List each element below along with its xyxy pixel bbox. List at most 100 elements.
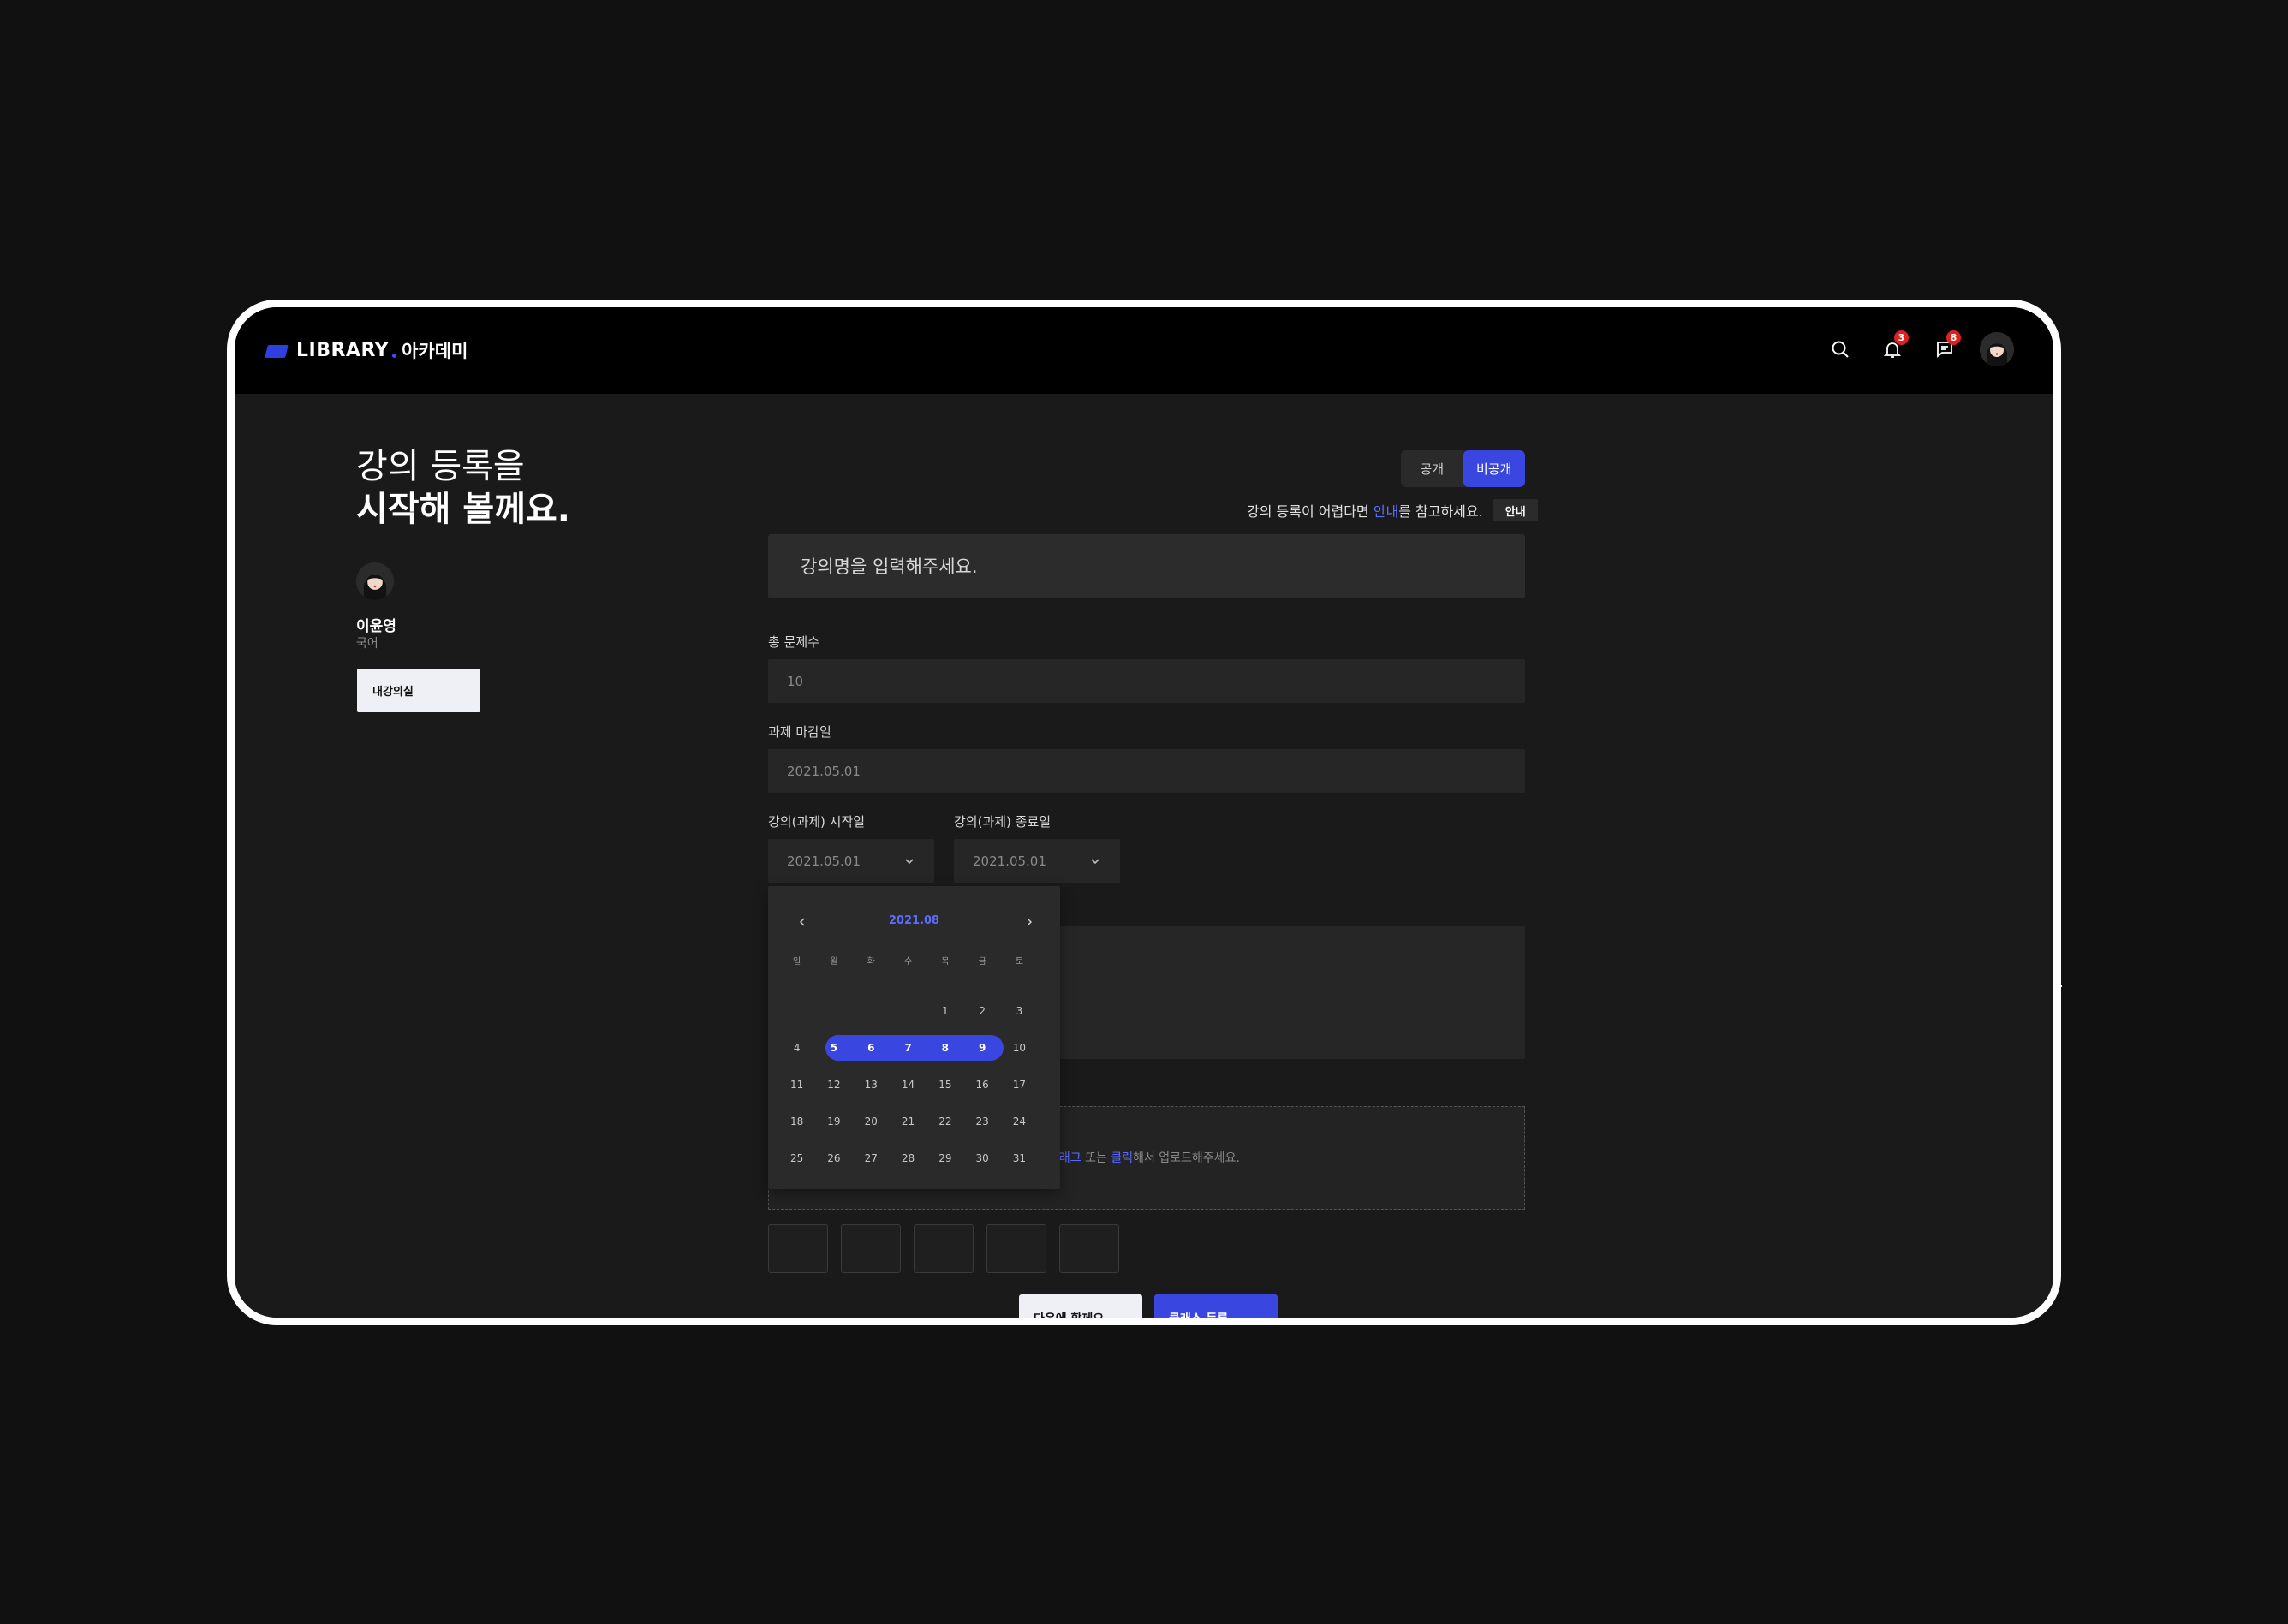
calendar-day[interactable]: 7	[890, 1042, 927, 1054]
calendar-week-row: 123	[778, 992, 1050, 1029]
search-button[interactable]	[1821, 330, 1859, 368]
deadline-input[interactable]: 2021.05.01	[768, 749, 1525, 793]
calendar-day[interactable]: 28	[890, 1152, 927, 1164]
calendar-day[interactable]: 22	[927, 1115, 963, 1127]
total-questions-input[interactable]: 10	[768, 659, 1525, 703]
guide-notice: 강의 등록이 어렵다면 안내 를 참고하세요. 안내	[1247, 498, 1538, 522]
instructor-subject: 국어	[356, 637, 378, 651]
weekday-label: 월	[830, 956, 838, 967]
calendar-week-row: 4 5 6 7 8 9 10	[778, 1029, 1050, 1066]
calendar-day[interactable]: 26	[815, 1152, 852, 1164]
start-date-select[interactable]: 2021.05.01	[768, 839, 934, 883]
my-classroom-button[interactable]: 내강의실	[357, 669, 480, 712]
start-date-value: 2021.05.01	[787, 853, 861, 869]
profile-menu-button[interactable]	[1978, 330, 2016, 368]
chevron-right-icon	[1027, 918, 1033, 926]
upload-instruction: 드래그 또는 클릭해서 업로드해주세요.	[1048, 1149, 1240, 1166]
calendar-day[interactable]: 17	[1001, 1079, 1038, 1091]
title-line-2: 시작해 볼께요.	[356, 490, 570, 529]
avatar	[1980, 332, 2014, 366]
next-month-button[interactable]	[1019, 912, 1040, 932]
calendar-day[interactable]: 15	[927, 1079, 963, 1091]
device-frame: LIBRARY 아카데미 3 8 강의 등록을 시작해 볼께요. 이윤영 국어 …	[227, 300, 2061, 1325]
date-picker-popup: 2021.08 일월화수목금토 1 2 3 4 5 6 7 8 9 10 11 12 13 14 15 16 1…	[768, 886, 1060, 1189]
brand-dot	[392, 353, 397, 358]
weekday-header-row: 일월화수목금토	[778, 955, 1050, 967]
library-logo-icon	[266, 343, 289, 358]
calendar-day[interactable]: 21	[890, 1115, 927, 1127]
calendar-day[interactable]: 30	[963, 1152, 1000, 1164]
brand-name: LIBRARY	[296, 339, 390, 361]
calendar-day[interactable]: 14	[890, 1079, 927, 1091]
visibility-toggle: 공개 비공개	[1401, 450, 1525, 487]
guide-link[interactable]: 안내	[1373, 500, 1398, 521]
message-badge: 8	[1946, 330, 1961, 345]
public-option[interactable]: 공개	[1401, 450, 1463, 487]
upload-click-link[interactable]: 클릭	[1111, 1151, 1133, 1165]
calendar-day[interactable]: 25	[778, 1152, 815, 1164]
calendar-day[interactable]: 10	[1001, 1042, 1038, 1054]
calendar-month: 2021.08	[888, 914, 940, 927]
calendar-day[interactable]: 31	[1001, 1152, 1038, 1164]
total-questions-label: 총 문제수	[768, 634, 819, 650]
instructor-name: 이윤영	[356, 618, 396, 635]
messages-button[interactable]: 8	[1926, 330, 1963, 368]
calendar-day[interactable]: 20	[853, 1115, 890, 1127]
main-content: 강의 등록을 시작해 볼께요. 이윤영 국어 내강의실 공개 비공개 강의 등록…	[235, 394, 2053, 1318]
user-avatar-icon	[356, 562, 394, 600]
guide-button[interactable]: 안내	[1493, 499, 1538, 521]
search-icon	[1832, 341, 1849, 358]
user-avatar-icon	[1980, 332, 2014, 366]
calendar-day[interactable]: 16	[963, 1079, 1000, 1091]
weekday-label: 토	[1015, 956, 1024, 967]
calendar-day[interactable]: 3	[1001, 1005, 1038, 1017]
calendar-day[interactable]: 29	[927, 1152, 963, 1164]
weekday-label: 금	[978, 956, 986, 967]
private-option[interactable]: 비공개	[1463, 450, 1525, 487]
title-line-1: 강의 등록을	[356, 447, 525, 486]
end-date-select[interactable]: 2021.05.01	[954, 839, 1120, 883]
register-class-button[interactable]: 클래스 등록	[1154, 1294, 1278, 1318]
brand-logo[interactable]: LIBRARY 아카데미	[266, 333, 468, 367]
calendar-day[interactable]: 13	[853, 1079, 890, 1091]
upload-suffix-text: 해서 업로드해주세요.	[1133, 1151, 1240, 1165]
end-date-value: 2021.05.01	[973, 853, 1046, 869]
thumbnail-slot[interactable]	[986, 1224, 1046, 1273]
weekday-label: 화	[867, 956, 875, 967]
class-title-input[interactable]	[768, 534, 1525, 598]
page-title: 강의 등록을 시작해 볼께요.	[356, 445, 570, 531]
calendar-day[interactable]: 1	[927, 1005, 963, 1017]
calendar-day[interactable]: 12	[815, 1079, 852, 1091]
calendar-week-row: 25 26 27 28 29 30 31	[778, 1139, 1050, 1176]
notifications-button[interactable]: 3	[1874, 330, 1911, 368]
calendar-day[interactable]: 9	[963, 1042, 1000, 1054]
calendar-day[interactable]: 5	[815, 1042, 852, 1054]
calendar-week-row: 18 19 20 21 22 23 24	[778, 1103, 1050, 1139]
deadline-label: 과제 마감일	[768, 724, 831, 740]
upload-thumbnails	[768, 1224, 1132, 1273]
frame-edge-mark	[2057, 985, 2062, 987]
weekday-label: 목	[941, 956, 950, 967]
later-button[interactable]: 다음에 할께요	[1019, 1294, 1142, 1318]
guide-text-prefix: 강의 등록이 어렵다면	[1247, 503, 1373, 520]
start-date-label: 강의(과제) 시작일	[768, 814, 866, 830]
calendar-day[interactable]: 18	[778, 1115, 815, 1127]
calendar-day[interactable]: 11	[778, 1079, 815, 1091]
calendar-day[interactable]: 6	[853, 1042, 890, 1054]
calendar-day[interactable]: 23	[963, 1115, 1000, 1127]
calendar-day[interactable]: 2	[963, 1005, 1000, 1017]
thumbnail-slot[interactable]	[841, 1224, 901, 1273]
brand-sub: 아카데미	[402, 341, 468, 361]
calendar-day[interactable]: 4	[778, 1042, 815, 1054]
chevron-down-icon	[1091, 858, 1099, 864]
calendar-day[interactable]: 24	[1001, 1115, 1038, 1127]
thumbnail-slot[interactable]	[768, 1224, 828, 1273]
thumbnail-slot[interactable]	[1059, 1224, 1119, 1273]
calendar-day[interactable]: 8	[927, 1042, 963, 1054]
chevron-down-icon	[905, 858, 914, 864]
calendar-day[interactable]: 27	[853, 1152, 890, 1164]
calendar-day[interactable]: 19	[815, 1115, 852, 1127]
thumbnail-slot[interactable]	[914, 1224, 974, 1273]
calendar-grid: 일월화수목금토 1 2 3 4 5 6 7 8 9 10 11 12 13 14 15 16 17 18 19 20 2…	[778, 955, 1050, 1176]
topbar-actions: 3 8	[1807, 330, 2016, 368]
